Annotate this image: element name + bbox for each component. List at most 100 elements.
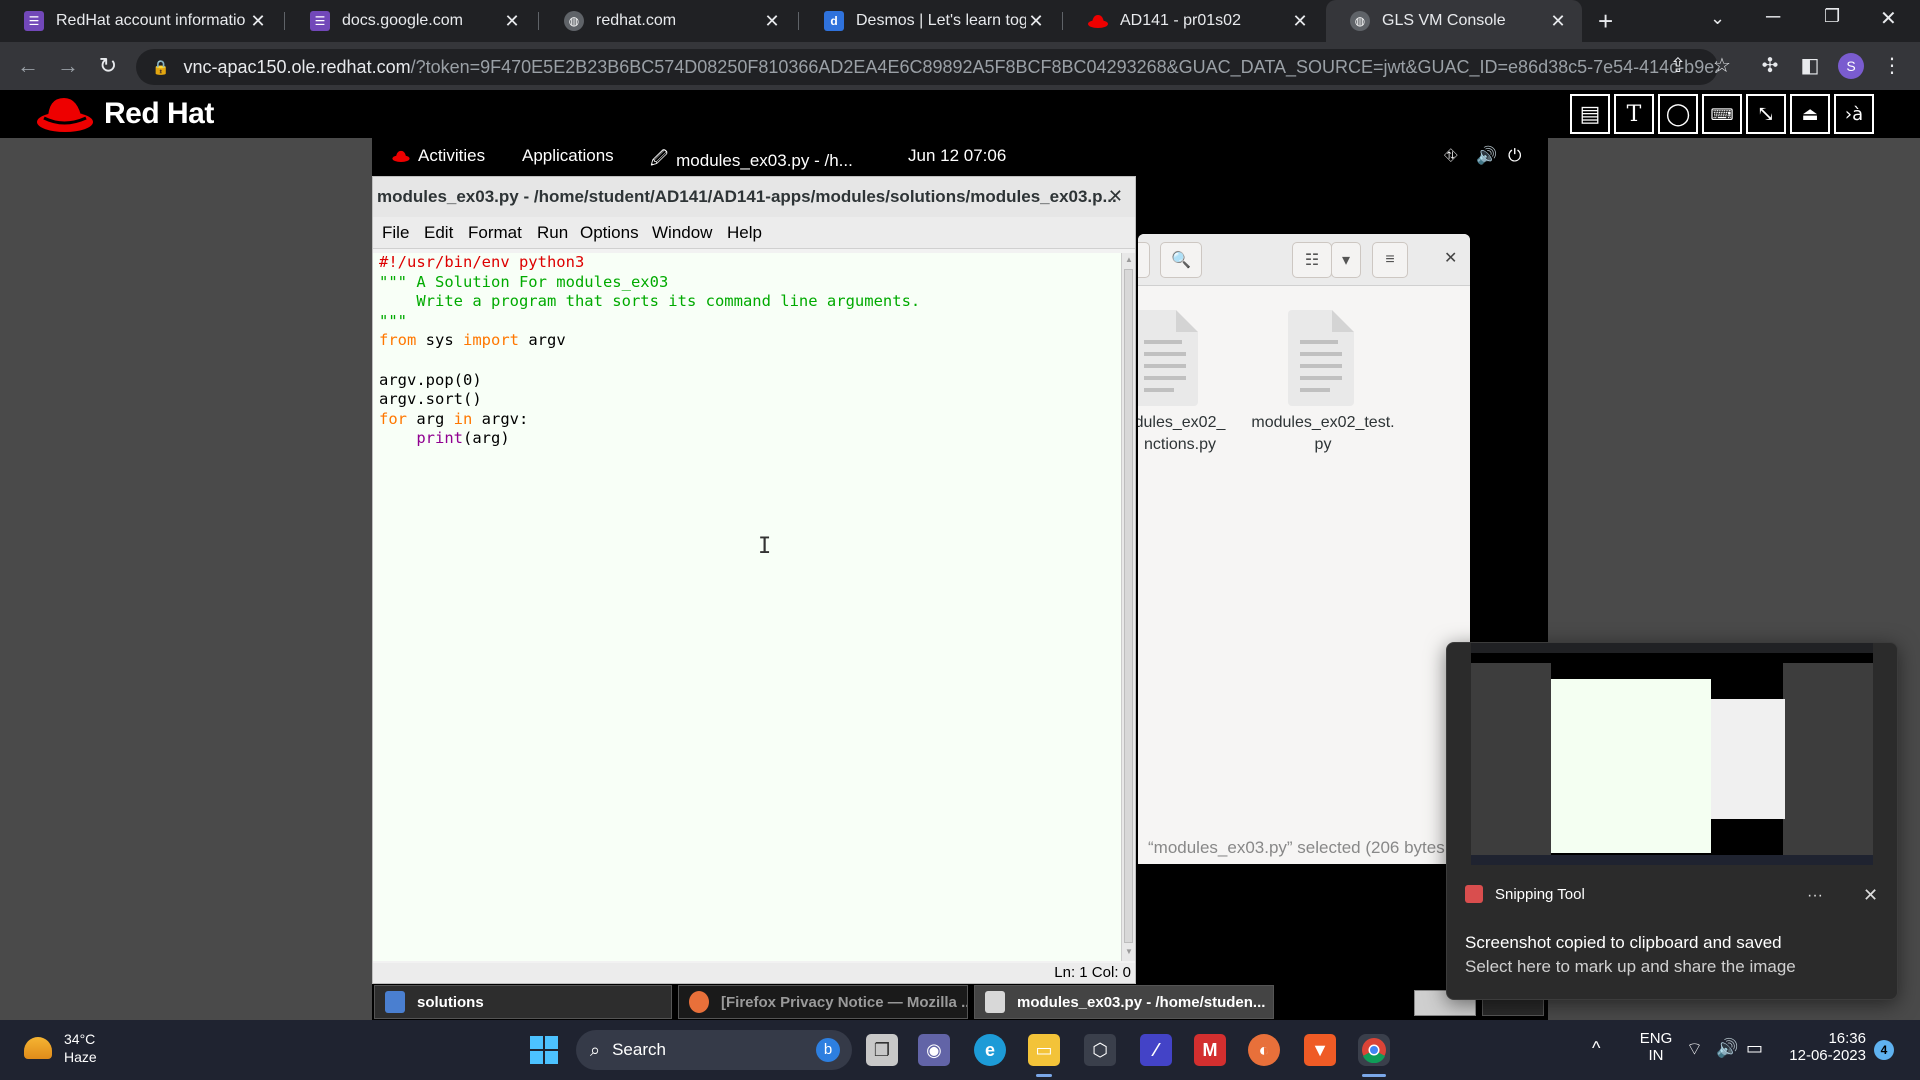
battery-icon[interactable]: ▭ bbox=[1746, 1038, 1763, 1059]
taskbar-search[interactable]: ⌕ Search b bbox=[576, 1030, 852, 1070]
visual-studio-icon[interactable]: ⁄ bbox=[1140, 1034, 1172, 1066]
chevron-down-icon[interactable]: ▾ bbox=[1331, 242, 1361, 278]
bing-icon[interactable]: b bbox=[816, 1038, 840, 1062]
weather-widget[interactable]: 34°C Haze bbox=[24, 1030, 97, 1066]
menu-edit[interactable]: Edit bbox=[424, 223, 453, 243]
notification-count-badge[interactable]: 4 bbox=[1874, 1040, 1894, 1060]
text-cursor-icon: I bbox=[758, 534, 772, 559]
unity-icon[interactable]: ⬡ bbox=[1084, 1034, 1116, 1066]
list-view-icon[interactable]: ☷ bbox=[1292, 242, 1332, 278]
lock-icon[interactable]: 🔒 bbox=[152, 59, 169, 76]
address-bar[interactable]: 🔒 vnc-apac150.ole.redhat.com/?token=9F47… bbox=[136, 49, 1718, 85]
volume-icon[interactable]: 🔊 bbox=[1476, 146, 1497, 166]
close-icon[interactable]: ✕ bbox=[1290, 11, 1310, 32]
chevron-up-icon[interactable]: ^ bbox=[1592, 1038, 1600, 1059]
new-tab-button[interactable]: + bbox=[1598, 6, 1613, 37]
tab-search-icon[interactable]: ⌄ bbox=[1710, 8, 1725, 29]
text-input-icon[interactable]: T bbox=[1614, 94, 1654, 134]
activities-button[interactable]: Activities bbox=[392, 146, 485, 166]
scroll-up-icon[interactable]: ▲ bbox=[1124, 255, 1134, 265]
close-icon[interactable]: ✕ bbox=[1026, 11, 1046, 32]
active-window-menu[interactable]: 🖉 modules_ex03.py - /h... bbox=[650, 146, 853, 175]
close-icon[interactable]: ✕ bbox=[1863, 885, 1878, 906]
code-editor[interactable]: #!/usr/bin/env python3 """ A Solution Fo… bbox=[373, 253, 1121, 961]
python-file-icon[interactable] bbox=[1138, 310, 1198, 406]
close-icon[interactable]: ✕ bbox=[1444, 248, 1457, 268]
gnome-window-list: solutions [Firefox Privacy Notice — Mozi… bbox=[372, 984, 1548, 1020]
forward-icon[interactable]: → bbox=[54, 52, 82, 80]
no-scale-icon[interactable]: ⤡ bbox=[1746, 94, 1786, 134]
window-list-item-firefox[interactable]: [Firefox Privacy Notice — Mozilla ... bbox=[678, 985, 968, 1019]
restore-icon[interactable]: ❐ bbox=[1824, 6, 1840, 27]
snipping-tool-notification[interactable]: Snipping Tool ··· ✕ Screenshot copied to… bbox=[1446, 642, 1898, 1000]
menu-options[interactable]: Options bbox=[580, 223, 639, 243]
tab-ad141[interactable]: AD141 - pr01s02 ✕ bbox=[1064, 0, 1324, 42]
close-icon[interactable]: ✕ bbox=[248, 11, 268, 32]
translate-icon[interactable]: ›à bbox=[1834, 94, 1874, 134]
menu-help[interactable]: Help bbox=[727, 223, 762, 243]
file-name[interactable]: modules_ex02_test. py bbox=[1248, 412, 1398, 456]
brave-icon[interactable]: ▼ bbox=[1304, 1034, 1336, 1066]
scrollbar-thumb[interactable] bbox=[1124, 269, 1133, 943]
tab-gls-vm-console[interactable]: ◍ GLS VM Console ✕ bbox=[1326, 0, 1582, 42]
clipboard-doc-icon[interactable]: ▤ bbox=[1570, 94, 1610, 134]
python-file-icon[interactable] bbox=[1288, 310, 1354, 406]
more-options-icon[interactable]: ··· bbox=[1807, 887, 1823, 905]
firefox-icon[interactable]: ◐ bbox=[1248, 1034, 1280, 1066]
network-icon[interactable]: ⛗ bbox=[1444, 146, 1458, 166]
window-titlebar[interactable]: modules_ex03.py - /home/student/AD141/AD… bbox=[373, 177, 1135, 217]
vertical-scrollbar[interactable]: ▲ ▼ bbox=[1121, 253, 1135, 961]
hamburger-menu-icon[interactable]: ≡ bbox=[1372, 242, 1408, 278]
clock[interactable]: Jun 12 07:06 bbox=[908, 146, 1006, 166]
minimize-icon[interactable]: ─ bbox=[1766, 6, 1780, 29]
window-close-icon[interactable]: ✕ bbox=[1880, 6, 1897, 31]
tab-redhat-com[interactable]: ◍ redhat.com ✕ bbox=[540, 0, 796, 42]
tab-desmos[interactable]: d Desmos | Let's learn togeth ✕ bbox=[800, 0, 1060, 42]
code-line: argv.sort() bbox=[379, 390, 482, 409]
applications-menu[interactable]: Applications bbox=[522, 146, 614, 166]
chrome-icon[interactable] bbox=[1358, 1034, 1390, 1066]
windows-taskbar: 34°C Haze ⌕ Search b ❐ ◉ e ▭ ⬡ ⁄ M ◐ ▼ ^… bbox=[0, 1020, 1920, 1080]
language-indicator[interactable]: ENG IN bbox=[1636, 1030, 1676, 1064]
mcafee-icon[interactable]: M bbox=[1194, 1034, 1226, 1066]
screenshot-thumbnail[interactable] bbox=[1471, 643, 1873, 865]
file-explorer-icon[interactable]: ▭ bbox=[1028, 1034, 1060, 1066]
gnome-top-bar: Activities Applications 🖉 modules_ex03.p… bbox=[372, 138, 1548, 174]
back-icon[interactable]: ← bbox=[14, 52, 42, 80]
menu-file[interactable]: File bbox=[382, 223, 409, 243]
share-icon[interactable]: ⇪ bbox=[1666, 54, 1690, 78]
task-view-icon[interactable]: ❐ bbox=[866, 1034, 898, 1066]
tab-docs-google[interactable]: ☰ docs.google.com ✕ bbox=[286, 0, 536, 42]
close-icon[interactable]: ✕ bbox=[502, 11, 522, 32]
close-icon[interactable]: ✕ bbox=[762, 11, 782, 32]
power-icon[interactable]: ⏻ bbox=[1508, 146, 1521, 166]
volume-icon[interactable]: 🔊 bbox=[1716, 1038, 1738, 1059]
close-icon[interactable]: ✕ bbox=[1548, 11, 1568, 32]
close-icon[interactable]: ✕ bbox=[1108, 186, 1123, 207]
teams-chat-icon[interactable]: ◉ bbox=[918, 1034, 950, 1066]
tab-redhat-account[interactable]: ☰ RedHat account informatio ✕ bbox=[0, 0, 282, 42]
side-panel-icon[interactable]: ◧ bbox=[1798, 54, 1822, 78]
scroll-down-icon[interactable]: ▼ bbox=[1124, 947, 1134, 957]
clock-date[interactable]: 16:36 12-06-2023 bbox=[1786, 1030, 1866, 1064]
menu-format[interactable]: Format bbox=[468, 223, 522, 243]
profile-avatar[interactable]: S bbox=[1838, 53, 1864, 79]
windows-start-icon[interactable] bbox=[528, 1034, 560, 1066]
wifi-icon[interactable]: ⌔ bbox=[1686, 1038, 1703, 1061]
keyboard-icon[interactable]: ⌨ bbox=[1702, 94, 1742, 134]
circle-icon[interactable]: ◯ bbox=[1658, 94, 1698, 134]
search-icon[interactable]: 🔍 bbox=[1160, 242, 1202, 278]
path-button[interactable] bbox=[1138, 242, 1150, 278]
edge-icon[interactable]: e bbox=[974, 1034, 1006, 1066]
reload-icon[interactable]: ↻ bbox=[94, 52, 122, 80]
bookmark-star-icon[interactable]: ☆ bbox=[1710, 54, 1734, 78]
menu-run[interactable]: Run bbox=[537, 223, 568, 243]
window-list-item-idle[interactable]: modules_ex03.py - /home/studen... bbox=[974, 985, 1274, 1019]
upload-icon[interactable]: ⏏ bbox=[1790, 94, 1830, 134]
extensions-icon[interactable]: ✣ bbox=[1758, 54, 1782, 78]
window-list-item-solutions[interactable]: solutions bbox=[374, 985, 672, 1019]
code-line: from sys import argv bbox=[379, 331, 566, 350]
menu-dots-icon[interactable]: ⋮ bbox=[1880, 54, 1904, 78]
file-name[interactable]: dules_ex02_ nctions.py bbox=[1138, 412, 1230, 456]
menu-window[interactable]: Window bbox=[652, 223, 712, 243]
